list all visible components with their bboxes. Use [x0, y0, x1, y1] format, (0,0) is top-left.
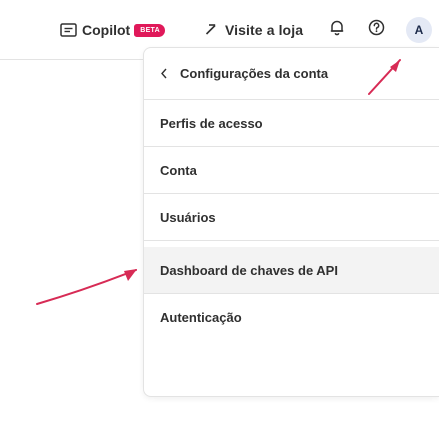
chat-icon [60, 22, 77, 38]
beta-badge: BETA [134, 23, 165, 37]
menu-item-account[interactable]: Conta [144, 147, 439, 194]
menu-item-access-profiles[interactable]: Perfis de acesso [144, 100, 439, 147]
copilot-label: Copilot [82, 22, 131, 38]
bell-icon [329, 19, 345, 41]
avatar[interactable]: A [406, 17, 432, 43]
annotation-arrow-api-keys [36, 269, 137, 305]
top-bar-divider [0, 59, 143, 60]
menu-item-api-keys-dashboard[interactable]: Dashboard de chaves de API [144, 247, 439, 294]
menu-item-label: Perfis de acesso [160, 115, 263, 131]
annotation-arrow-avatar [368, 59, 401, 95]
menu-item-label: Dashboard de chaves de API [160, 262, 338, 278]
notifications-button[interactable] [325, 18, 349, 42]
visit-store-label: Visite a loja [225, 22, 304, 38]
help-button[interactable] [364, 18, 388, 42]
menu-item-label: Conta [160, 162, 197, 178]
chevron-left-icon [160, 68, 168, 79]
arrow-up-right-icon [205, 22, 217, 38]
visit-store-link[interactable]: Visite a loja [205, 19, 303, 41]
copilot-button[interactable]: Copilot BETA [60, 19, 165, 41]
menu-item-label: Autenticação [160, 310, 242, 325]
account-settings-menu: Configurações da conta Perfis de acesso … [143, 47, 439, 397]
menu-item-label: Usuários [160, 209, 216, 225]
menu-header-title: Configurações da conta [180, 66, 329, 81]
menu-item-authentication[interactable]: Autenticação [144, 294, 439, 341]
menu-item-users[interactable]: Usuários [144, 194, 439, 241]
help-icon [368, 19, 385, 41]
